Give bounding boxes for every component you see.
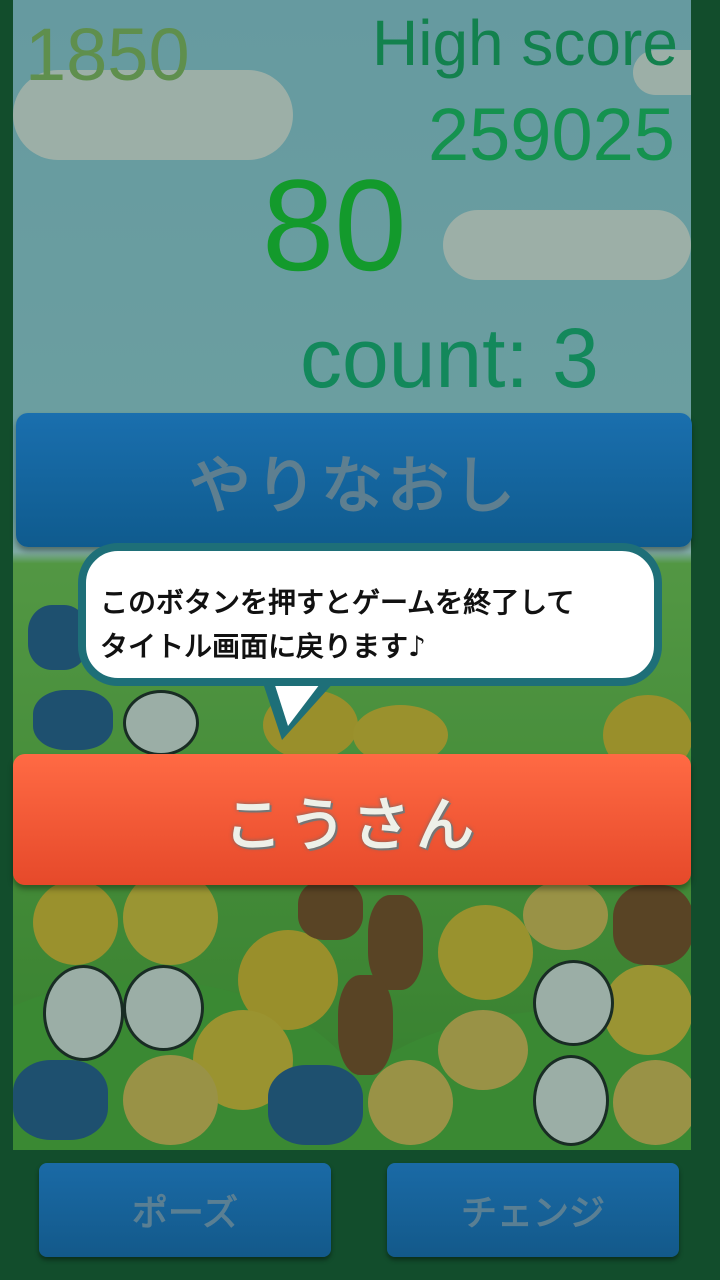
tooltip-line-2: タイトル画面に戻ります♪ bbox=[100, 630, 426, 663]
retry-button[interactable]: やりなおし bbox=[16, 413, 692, 547]
pause-button[interactable]: ポーズ bbox=[39, 1163, 331, 1257]
count-label: count: 3 bbox=[300, 311, 599, 405]
change-button[interactable]: チェンジ bbox=[387, 1163, 679, 1257]
give-up-button[interactable]: こうさん bbox=[13, 754, 691, 885]
current-score: 1850 bbox=[25, 13, 190, 96]
tooltip-line-1: このボタンを押すとゲームを終了して bbox=[100, 586, 575, 619]
high-score-value: 259025 bbox=[428, 93, 675, 176]
timer-value: 80 bbox=[262, 152, 407, 298]
high-score-label: High score bbox=[372, 7, 678, 79]
tooltip-bubble: このボタンを押すとゲームを終了して タイトル画面に戻ります♪ bbox=[78, 543, 662, 686]
